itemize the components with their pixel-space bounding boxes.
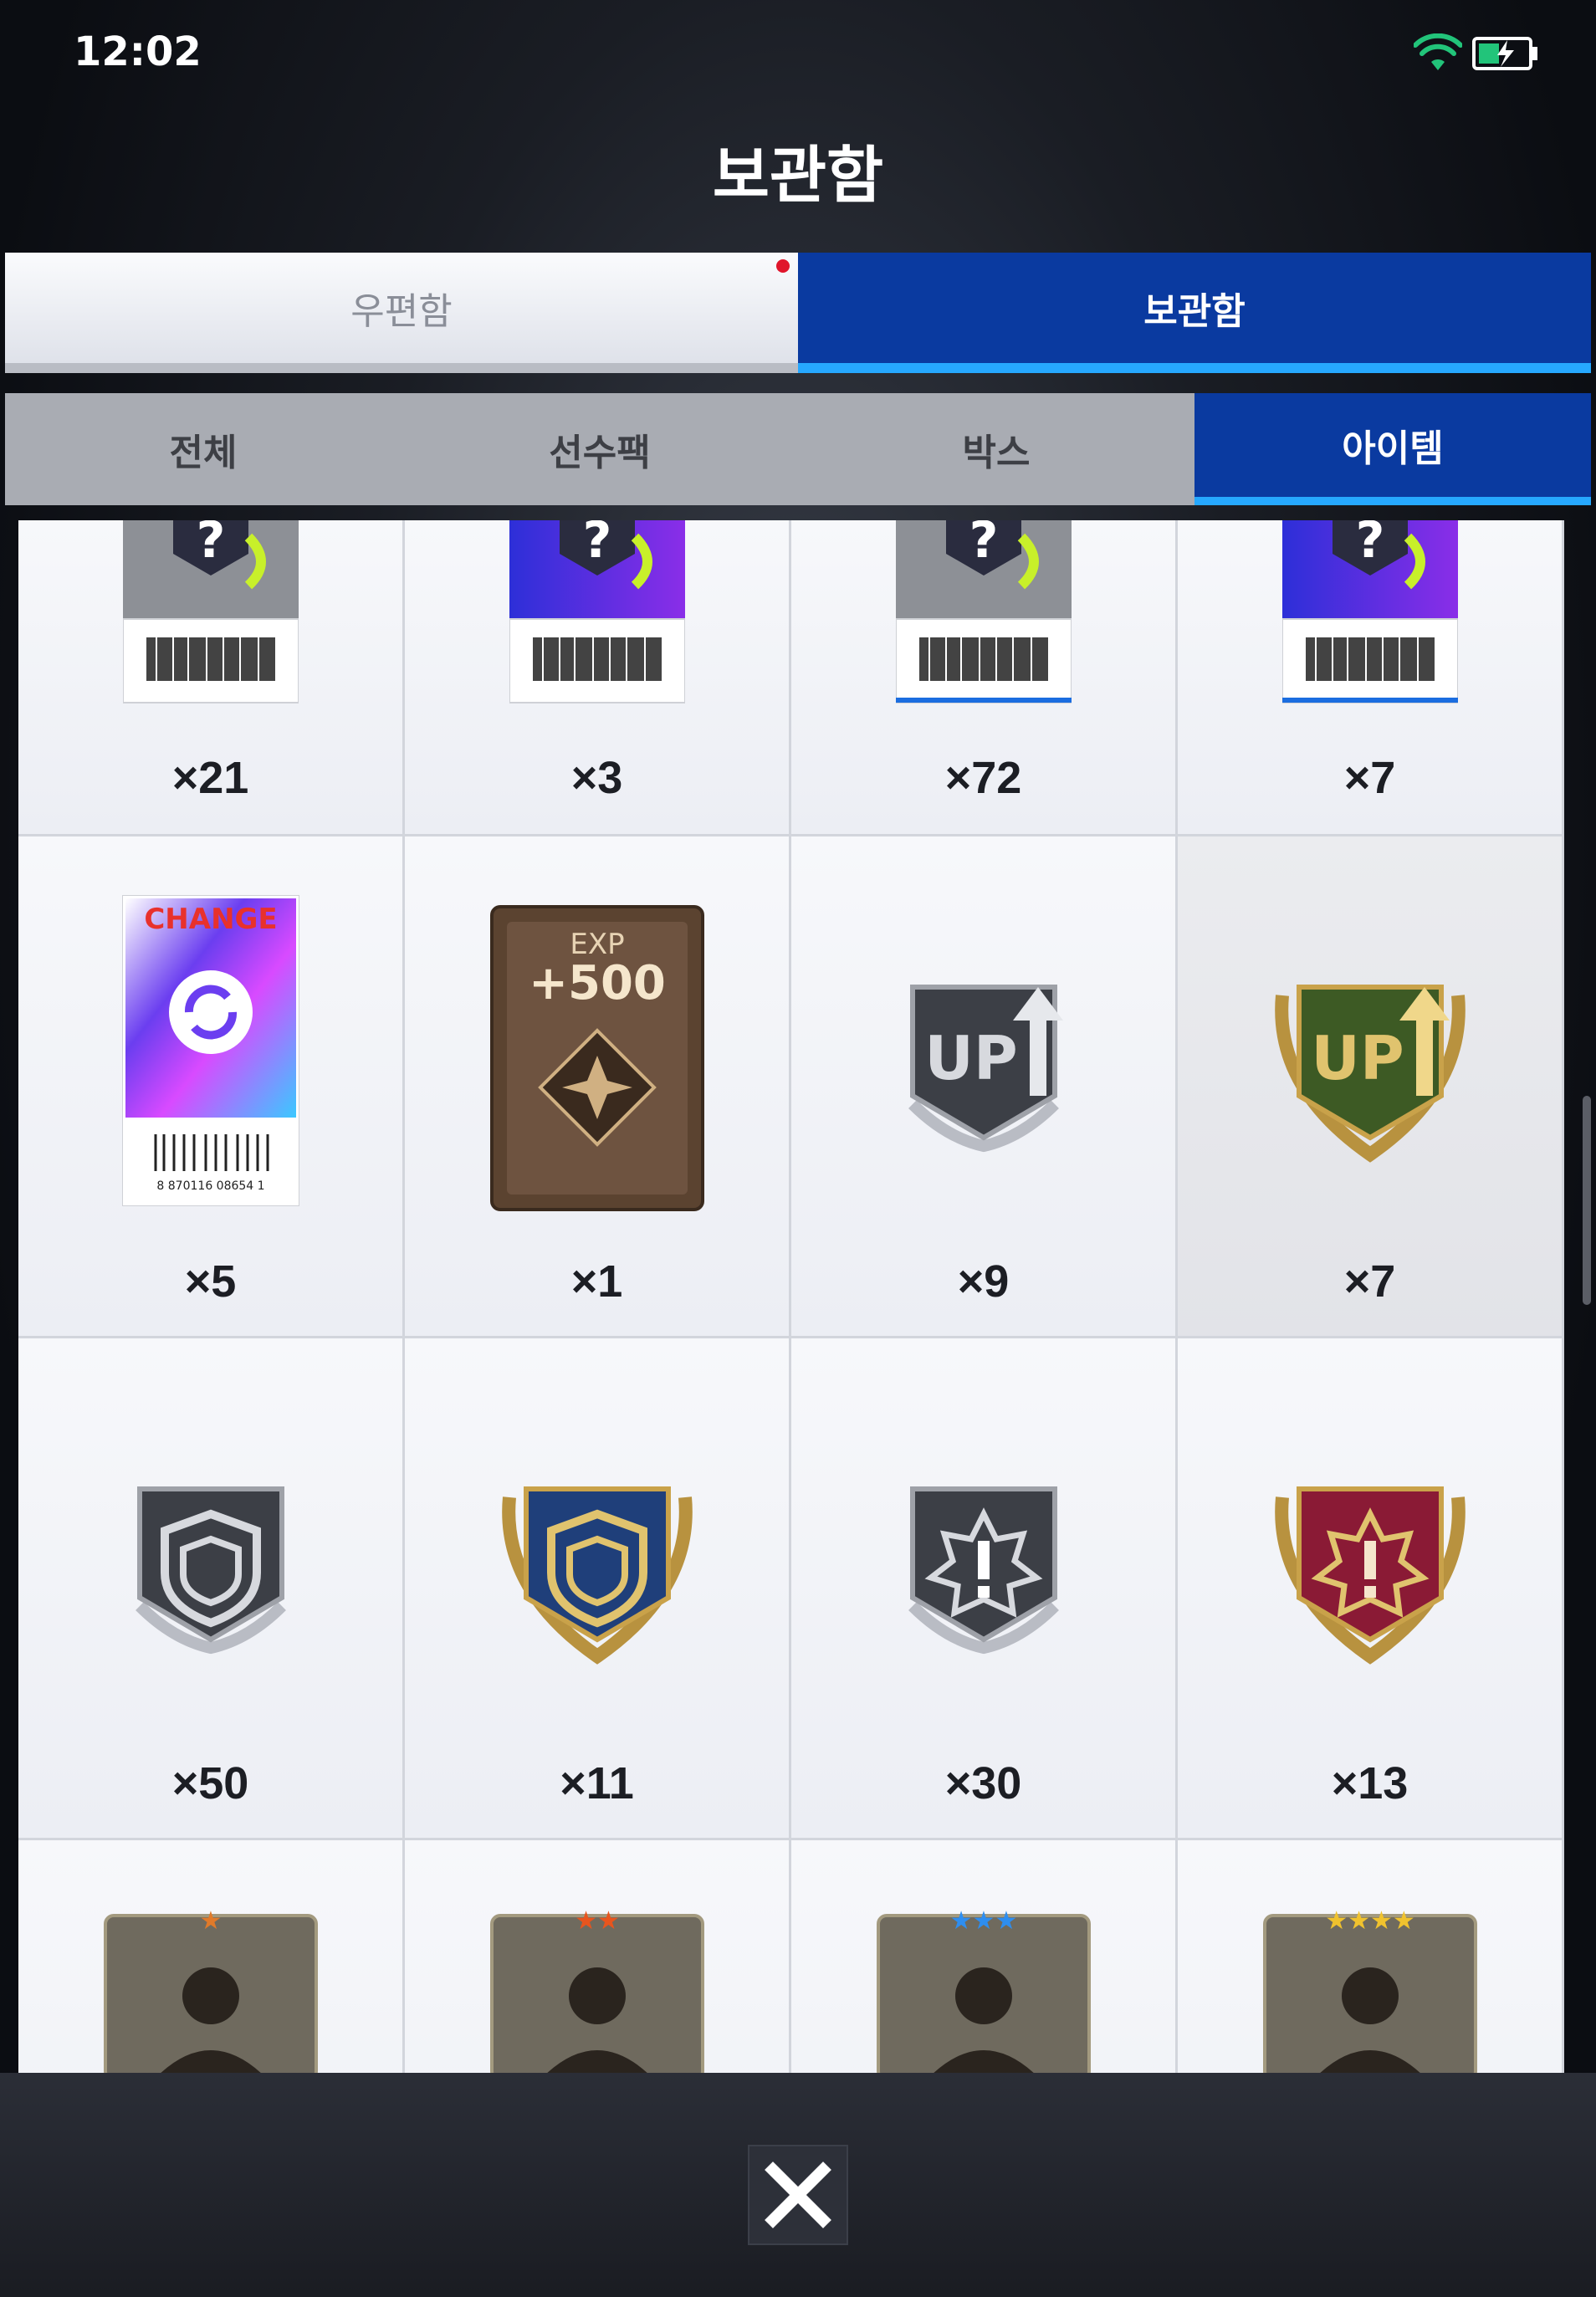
tab-player-packs-label: 선수팩 (549, 432, 651, 474)
item-row: CHANGE 8 870116 08654 1 ×5 EXP +500 ×1 U… (18, 836, 1564, 1338)
item-cell[interactable]: ×13 (1178, 1338, 1564, 1840)
item-row: ×50 ×11 ×30 ×13 (18, 1338, 1564, 1840)
upgrade-badge-silver-icon: UP (908, 985, 1063, 1153)
item-cell[interactable]: ? ×3 (405, 520, 791, 836)
tab-all[interactable]: 전체 (5, 393, 402, 505)
exp-card-icon: EXP +500 (489, 905, 704, 1211)
mystery-ticket-silver-icon: ? (895, 520, 1072, 703)
svg-text:★★★★: ★★★★ (1325, 1906, 1415, 1936)
tab-items-label: 아이템 (1342, 427, 1444, 470)
tab-all-label: 전체 (169, 432, 238, 474)
mystery-ticket-silver-icon: ? (122, 520, 299, 703)
item-cell[interactable]: ★ (18, 1840, 405, 2073)
item-count: ×7 (1343, 1256, 1396, 1307)
storage-screen: 12:02 보관함 우편함 보관함 전체 선수팩 박스 아이템 ? ×21 ? … (0, 0, 1596, 2297)
shield-badge-silver-icon (135, 1486, 286, 1655)
grid-scrollbar[interactable] (1583, 1096, 1591, 1305)
tab-items[interactable]: 아이템 (1194, 393, 1591, 505)
tab-mailbox[interactable]: 우편함 (5, 253, 798, 373)
item-count: ×21 (171, 753, 249, 803)
close-button[interactable] (748, 2145, 848, 2245)
svg-text:?: ? (1355, 520, 1384, 570)
item-cell[interactable]: UP ×9 (791, 836, 1178, 1338)
item-count: ×7 (1343, 753, 1396, 803)
mystery-ticket-purple-icon: ? (1281, 520, 1458, 703)
player-card-4star-icon: ★★★★ (1262, 1906, 1477, 2073)
svg-text:★: ★ (199, 1906, 222, 1936)
item-cell[interactable]: ★★★ (791, 1840, 1178, 2073)
change-card-text: CHANGE (144, 903, 277, 936)
item-count: ×72 (944, 753, 1022, 803)
item-count: ×11 (560, 1758, 634, 1808)
sub-tab-bar: 전체 선수팩 박스 아이템 (5, 393, 1591, 505)
item-row: ★ ★★ ★★★ ★★★★ (18, 1840, 1564, 2073)
svg-text:?: ? (196, 520, 225, 570)
svg-text:★★★: ★★★ (949, 1906, 1017, 1936)
item-cell[interactable]: EXP +500 ×1 (405, 836, 791, 1338)
item-cell[interactable]: ? ×72 (791, 520, 1178, 836)
item-cell[interactable]: ×11 (405, 1338, 791, 1840)
badge-text: UP (924, 1023, 1017, 1093)
item-cell[interactable]: CHANGE 8 870116 08654 1 ×5 (18, 836, 405, 1338)
notification-dot (776, 259, 790, 273)
item-count: ×13 (1331, 1758, 1409, 1808)
status-bar: 12:02 (0, 0, 1596, 109)
tab-mailbox-label: 우편함 (350, 290, 453, 333)
item-count: ×3 (570, 753, 623, 803)
mystery-ticket-purple-icon: ? (509, 520, 685, 703)
item-cell[interactable]: ★★ (405, 1840, 791, 2073)
alert-badge-gold-icon (1274, 1486, 1466, 1665)
player-card-1star-icon: ★ (103, 1906, 318, 2073)
page-title: 보관함 (712, 140, 884, 212)
item-cell[interactable]: ? ×21 (18, 520, 405, 836)
tab-storage[interactable]: 보관함 (798, 253, 1591, 373)
upgrade-badge-gold-icon: UP (1274, 985, 1466, 1163)
tab-boxes-label: 박스 (962, 432, 1031, 474)
shield-badge-gold-icon (501, 1486, 693, 1665)
item-count: ×5 (184, 1256, 237, 1307)
change-card-icon: CHANGE 8 870116 08654 1 (121, 895, 299, 1206)
item-cell[interactable]: ×30 (791, 1338, 1178, 1840)
item-count: ×30 (944, 1758, 1022, 1808)
svg-text:?: ? (969, 520, 998, 570)
wifi-icon (1414, 33, 1462, 70)
exp-card-value: +500 (529, 956, 666, 1010)
tab-boxes[interactable]: 박스 (798, 393, 1194, 505)
status-time: 12:02 (74, 28, 202, 75)
item-cell[interactable]: ×50 (18, 1338, 405, 1840)
item-cell-selected[interactable]: UP ×7 (1178, 836, 1564, 1338)
alert-badge-silver-icon (908, 1486, 1059, 1655)
barcode-text: 8 870116 08654 1 (156, 1179, 264, 1193)
player-card-2star-icon: ★★ (489, 1906, 704, 2073)
item-count: ×1 (570, 1256, 623, 1307)
svg-text:?: ? (582, 520, 611, 570)
item-grid[interactable]: ? ×21 ? ×3 ? ×72 ? ×7 CHANGE 8 870116 08… (18, 520, 1564, 2073)
tab-storage-label: 보관함 (1143, 290, 1246, 333)
svg-text:★★: ★★ (575, 1906, 620, 1936)
item-count: ×50 (171, 1758, 249, 1808)
badge-text: UP (1311, 1023, 1404, 1093)
item-count: ×9 (957, 1256, 1010, 1307)
battery-charging-icon (1472, 37, 1537, 70)
item-row: ? ×21 ? ×3 ? ×72 ? ×7 (18, 520, 1564, 836)
player-card-3star-icon: ★★★ (876, 1906, 1091, 2073)
tab-player-packs[interactable]: 선수팩 (402, 393, 798, 505)
close-icon (765, 2161, 831, 2228)
item-cell[interactable]: ? ×7 (1178, 520, 1564, 836)
item-cell[interactable]: ★★★★ (1178, 1840, 1564, 2073)
top-tab-bar: 우편함 보관함 (5, 253, 1591, 373)
